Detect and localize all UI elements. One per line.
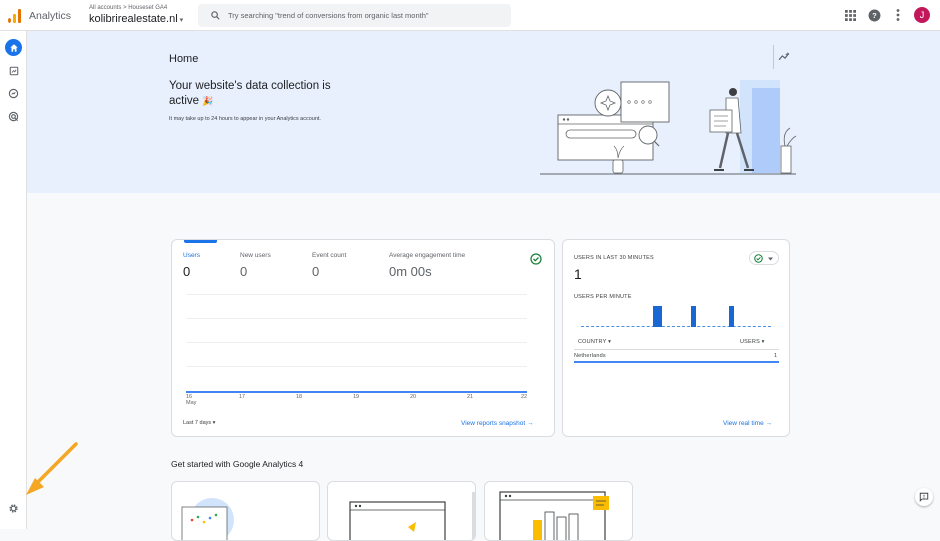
app-name: Analytics: [29, 10, 72, 22]
realtime-status-chip[interactable]: [749, 251, 779, 265]
search-bar[interactable]: [198, 4, 511, 27]
avatar[interactable]: J: [914, 7, 930, 23]
promo-card[interactable]: [327, 481, 476, 541]
users-per-minute-label: USERS PER MINUTE: [574, 294, 632, 300]
metric-engagement-time[interactable]: Average engagement time 0m 00s: [389, 252, 465, 279]
view-real-time-link[interactable]: View real time →: [723, 420, 772, 427]
divider: [773, 45, 774, 69]
collection-status-subtext: It may take up to 24 hours to appear in …: [169, 116, 321, 122]
property-name: kolibrirealestate.nl: [89, 13, 178, 25]
country-column-header[interactable]: COUNTRY ▾: [578, 339, 611, 345]
property-selector[interactable]: kolibrirealestate.nl ▾: [89, 13, 183, 25]
help-icon[interactable]: ?: [866, 7, 882, 23]
chart-gridline: [186, 294, 527, 295]
x-tick-label: 18: [296, 394, 303, 400]
nav-reports-icon[interactable]: [5, 62, 22, 79]
insights-icon[interactable]: [778, 51, 791, 62]
chart-gridline: [186, 366, 527, 367]
chevron-down-icon: [768, 257, 773, 261]
analytics-logo-icon[interactable]: [8, 9, 22, 23]
users-per-minute-bar: [690, 306, 696, 327]
x-tick-label: 20: [410, 394, 417, 400]
realtime-card: USERS IN LAST 30 MINUTES 1 USERS PER MIN…: [562, 239, 790, 437]
page-title: Home: [169, 53, 199, 65]
welcome-illustration: [540, 80, 797, 175]
realtime-title: USERS IN LAST 30 MINUTES: [574, 255, 654, 261]
x-tick-label: 21: [467, 394, 474, 400]
breadcrumb[interactable]: All accounts > Houseset GA4: [89, 5, 167, 11]
chart-gridline: [186, 342, 527, 343]
row-share-bar: [574, 361, 779, 363]
date-range-selector[interactable]: Last 7 days ▾: [183, 420, 215, 426]
table-row-country: Netherlands: [574, 353, 606, 359]
x-tick-label: 16 May: [186, 394, 197, 406]
check-circle-icon: [754, 254, 763, 263]
svg-text:?: ?: [872, 11, 877, 20]
promo-illustration: [181, 498, 234, 540]
promo-illustration: [499, 491, 609, 540]
nav-advertising-icon[interactable]: [5, 108, 22, 125]
table-row-users: 1: [774, 353, 778, 359]
feedback-button[interactable]: [915, 488, 933, 506]
nav-explore-icon[interactable]: [5, 85, 22, 102]
x-tick-label: 17: [239, 394, 246, 400]
users-per-minute-bar: [728, 306, 734, 327]
data-quality-check-icon[interactable]: [530, 253, 542, 265]
welcome-banner: [27, 31, 940, 193]
users-column-header[interactable]: USERS ▾: [740, 339, 765, 345]
top-app-bar: Analytics All accounts > Houseset GA4 ko…: [0, 0, 940, 31]
search-input[interactable]: [228, 8, 498, 23]
chart-baseline: [581, 326, 771, 327]
more-vert-icon[interactable]: [890, 7, 906, 23]
feedback-icon: [919, 492, 929, 502]
metric-event-count[interactable]: Event count 0: [312, 252, 346, 279]
search-icon: [211, 11, 220, 20]
collection-status-headline: Your website's data collection is active…: [169, 80, 331, 107]
x-tick-label: 22: [521, 394, 528, 400]
section-title: Get started with Google Analytics 4: [171, 459, 304, 469]
promo-card[interactable]: [484, 481, 633, 541]
realtime-users-value: 1: [574, 266, 582, 282]
settings-gear-icon[interactable]: [8, 503, 19, 514]
apps-grid-icon[interactable]: [842, 7, 858, 23]
metric-new-users[interactable]: New users 0: [240, 252, 271, 279]
nav-home-icon[interactable]: [5, 39, 22, 56]
annotation-arrow: [26, 442, 78, 495]
promo-card[interactable]: [171, 481, 320, 541]
chart-gridline: [186, 318, 527, 319]
x-tick-label: 19: [353, 394, 360, 400]
party-popper-icon: 🎉: [202, 96, 214, 106]
divider: [574, 349, 779, 350]
users-per-minute-bar: [657, 306, 662, 327]
chevron-down-icon: ▾: [179, 17, 184, 24]
metric-users[interactable]: Users 0: [183, 252, 200, 279]
users-per-minute-chart: [581, 305, 771, 327]
overview-card: Users 0 New users 0 Event count 0 Averag…: [171, 239, 555, 437]
selected-metric-indicator: [184, 240, 217, 243]
users-line-series: [186, 391, 527, 393]
view-reports-snapshot-link[interactable]: View reports snapshot →: [461, 420, 534, 427]
promo-illustration: [349, 492, 475, 540]
